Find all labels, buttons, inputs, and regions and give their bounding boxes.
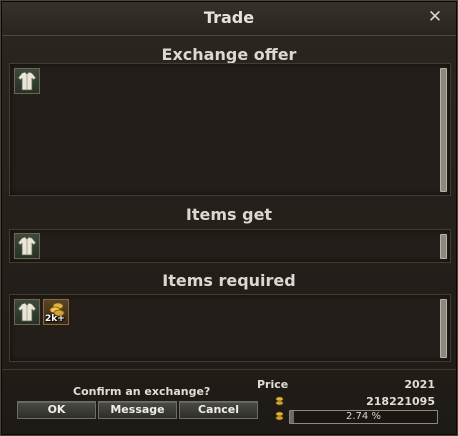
- gold-total: 218221095: [366, 395, 435, 408]
- exchange-offer-panel: [9, 63, 451, 196]
- required-item-gold[interactable]: 2k+: [43, 299, 69, 325]
- gold-progress-bar: 2.74 %: [289, 410, 438, 424]
- gold-coin-icon: [275, 411, 284, 421]
- ok-button[interactable]: OK: [17, 401, 96, 419]
- gold-amount-badge: 2k+: [45, 314, 65, 324]
- cancel-button[interactable]: Cancel: [179, 401, 258, 419]
- confirm-text: Confirm an exchange?: [73, 385, 211, 398]
- gold-coin-icon: [275, 396, 284, 406]
- message-button[interactable]: Message: [98, 401, 177, 419]
- titlebar: Trade ✕: [2, 2, 456, 36]
- exchange-offer-scrollbar[interactable]: [440, 68, 447, 192]
- get-item-shirt[interactable]: [14, 233, 40, 259]
- price-value: 2021: [404, 378, 435, 391]
- footer-divider: [2, 369, 456, 370]
- items-required-panel: 2k+: [9, 294, 451, 362]
- shirt-icon: [17, 71, 37, 91]
- shirt-icon: [17, 236, 37, 256]
- items-required-scrollbar[interactable]: [440, 299, 447, 358]
- required-item-shirt[interactable]: [14, 299, 40, 325]
- items-get-panel: [9, 229, 451, 263]
- shirt-icon: [17, 302, 37, 322]
- items-get-heading: Items get: [185, 205, 273, 224]
- progress-text: 2.74 %: [346, 411, 381, 422]
- trade-window: Trade ✕ Exchange offer Items get Items r…: [0, 0, 458, 436]
- items-get-scrollbar[interactable]: [440, 234, 447, 259]
- items-required-heading: Items required: [162, 271, 296, 290]
- exchange-offer-heading: Exchange offer: [161, 45, 297, 64]
- close-icon[interactable]: ✕: [426, 8, 444, 26]
- offer-item-shirt[interactable]: [14, 68, 40, 94]
- window-title: Trade: [203, 8, 255, 27]
- price-label: Price: [257, 378, 289, 391]
